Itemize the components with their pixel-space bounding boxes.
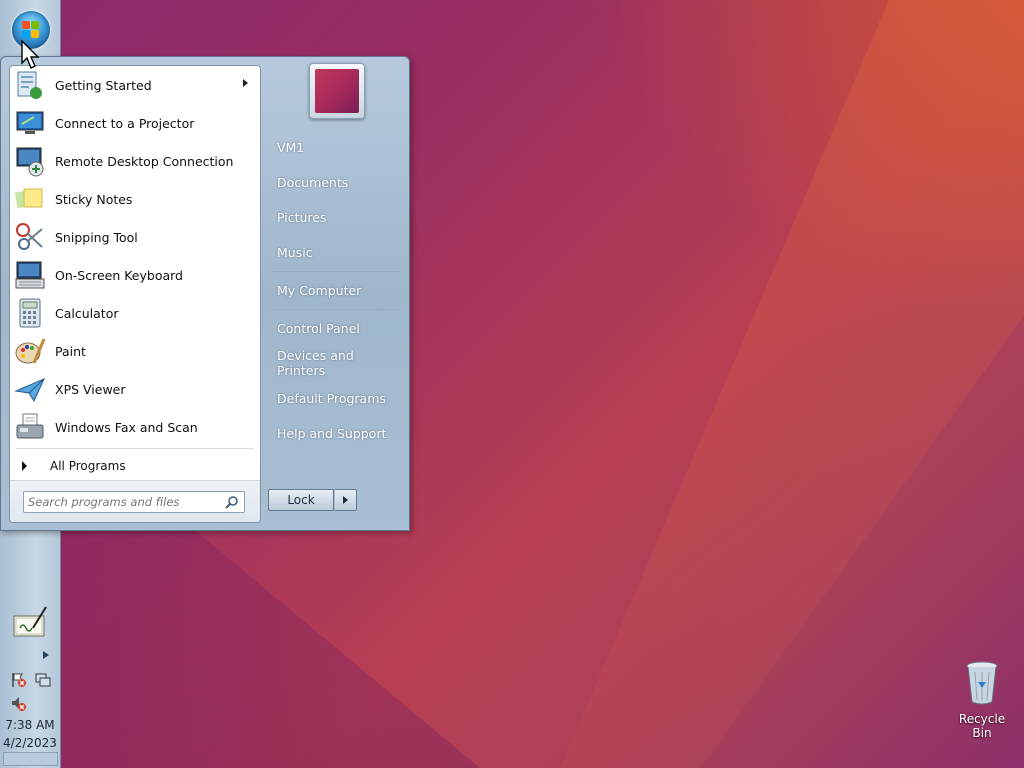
- program-label: Snipping Tool: [55, 229, 138, 245]
- program-sticky-notes[interactable]: Sticky Notes: [12, 181, 258, 217]
- program-remote-desktop[interactable]: Remote Desktop Connection: [12, 143, 258, 179]
- divider: [271, 309, 399, 310]
- right-item-control-panel[interactable]: Control Panel: [269, 315, 403, 341]
- user-picture[interactable]: [309, 63, 365, 119]
- program-paint[interactable]: Paint: [12, 333, 258, 369]
- calculator-icon: [14, 297, 46, 329]
- search-input[interactable]: [28, 494, 218, 510]
- search-icon[interactable]: [225, 495, 239, 509]
- right-item-help-support[interactable]: Help and Support: [269, 420, 403, 446]
- program-snipping-tool[interactable]: Snipping Tool: [12, 219, 258, 255]
- lock-button[interactable]: Lock: [268, 489, 334, 511]
- program-label: On-Screen Keyboard: [55, 267, 183, 283]
- clock-date[interactable]: 4/2/2023: [0, 736, 60, 750]
- all-programs-button[interactable]: All Programs: [16, 454, 256, 478]
- right-item-my-computer[interactable]: My Computer: [269, 277, 403, 303]
- system-tray: [11, 672, 55, 712]
- chevron-right-icon: [343, 496, 348, 504]
- program-label: Connect to a Projector: [55, 115, 195, 131]
- all-programs-arrow-icon: [22, 461, 27, 471]
- program-label: Calculator: [55, 305, 119, 321]
- right-item-pictures[interactable]: Pictures: [269, 204, 403, 230]
- search-area: [10, 480, 260, 522]
- shutdown-options-button[interactable]: [335, 489, 357, 511]
- paint-palette-icon: [14, 335, 46, 367]
- recycle-bin-icon: [964, 660, 1000, 706]
- program-getting-started[interactable]: Getting Started: [12, 67, 258, 103]
- right-item-default-programs[interactable]: Default Programs: [269, 385, 403, 411]
- divider: [271, 271, 399, 272]
- program-calculator[interactable]: Calculator: [12, 295, 258, 331]
- right-item-user[interactable]: VM1: [269, 134, 403, 160]
- recycle-bin-label: Recycle Bin: [958, 712, 1006, 740]
- right-item-music[interactable]: Music: [269, 239, 403, 265]
- submenu-arrow-icon: [243, 79, 248, 87]
- windows-logo-icon: [22, 21, 40, 39]
- program-label: Remote Desktop Connection: [55, 153, 234, 169]
- program-label: Windows Fax and Scan: [55, 419, 198, 435]
- user-avatar-image: [315, 69, 359, 113]
- divider: [16, 448, 254, 449]
- remote-desktop-icon: [14, 145, 46, 177]
- program-label: XPS Viewer: [55, 381, 126, 397]
- search-box[interactable]: [23, 491, 245, 513]
- getting-started-icon: [14, 69, 46, 101]
- projector-icon: [14, 107, 46, 139]
- program-xps-viewer[interactable]: XPS Viewer: [12, 371, 258, 407]
- scissors-icon: [14, 221, 46, 253]
- program-label: Getting Started: [55, 77, 152, 93]
- recycle-bin[interactable]: Recycle Bin: [948, 660, 1016, 740]
- program-label: Paint: [55, 343, 86, 359]
- program-label: Sticky Notes: [55, 191, 133, 207]
- network-icon[interactable]: [35, 672, 51, 688]
- programs-pane: Getting Started Connect to a Projector R…: [9, 65, 261, 523]
- show-hidden-icons-button[interactable]: [43, 651, 49, 662]
- paper-plane-icon: [14, 373, 46, 405]
- program-fax-scan[interactable]: Windows Fax and Scan: [12, 409, 258, 445]
- right-item-devices-printers[interactable]: Devices and Printers: [269, 348, 403, 378]
- volume-muted-icon[interactable]: [11, 696, 27, 712]
- fax-icon: [14, 411, 46, 443]
- program-connect-projector[interactable]: Connect to a Projector: [12, 105, 258, 141]
- clock-time[interactable]: 7:38 AM: [0, 718, 60, 732]
- keyboard-icon: [14, 259, 46, 291]
- program-on-screen-keyboard[interactable]: On-Screen Keyboard: [12, 257, 258, 293]
- show-desktop-button[interactable]: [3, 752, 58, 766]
- sticky-notes-icon: [14, 183, 46, 215]
- pen-tablet-icon[interactable]: [13, 606, 49, 640]
- wallpaper-facet: [560, 0, 1024, 768]
- all-programs-label: All Programs: [50, 459, 126, 473]
- right-item-documents[interactable]: Documents: [269, 169, 403, 195]
- start-menu: Getting Started Connect to a Projector R…: [0, 56, 410, 531]
- action-center-flag-icon[interactable]: [11, 672, 27, 688]
